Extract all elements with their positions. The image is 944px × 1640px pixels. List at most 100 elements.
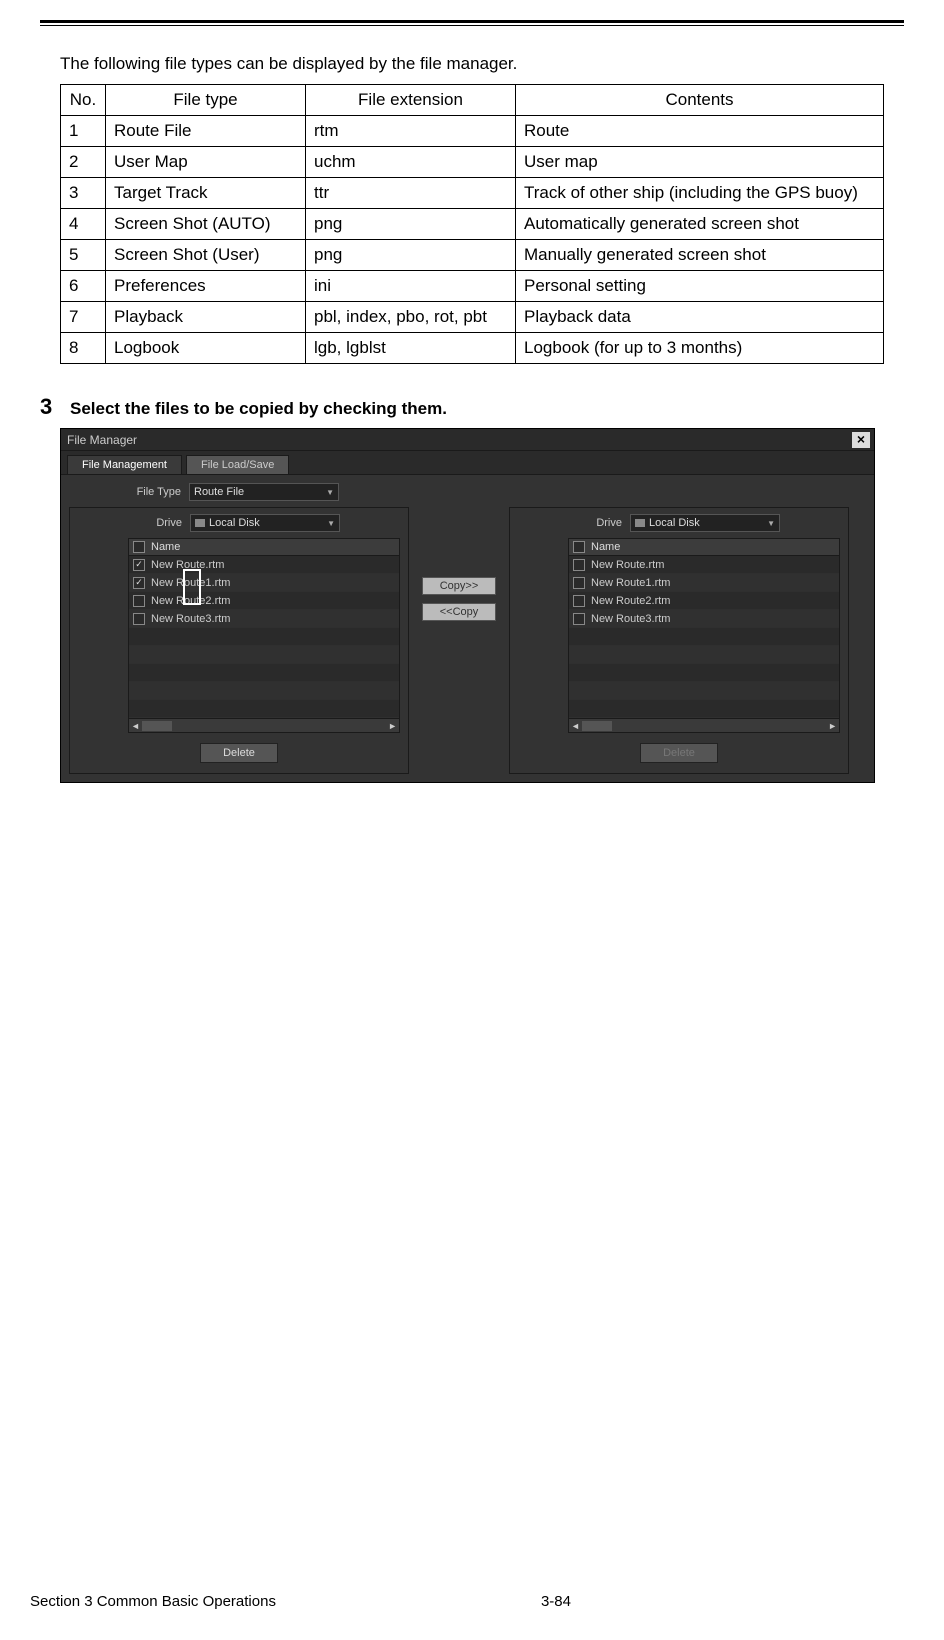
scroll-right-icon[interactable]: ►	[828, 721, 837, 731]
list-empty-row	[569, 646, 839, 664]
scroll-thumb[interactable]	[582, 721, 612, 731]
cell-ext: lgb, lgblst	[306, 333, 516, 364]
scroll-right-icon[interactable]: ►	[388, 721, 397, 731]
file-types-table: No. File type File extension Contents 1R…	[60, 84, 884, 364]
close-icon[interactable]: ×	[852, 432, 870, 448]
right-panel: Drive Local Disk ▼ Name New Route.rtm New…	[509, 507, 849, 774]
cell-ext: png	[306, 240, 516, 271]
list-item[interactable]: New Route3.rtm	[569, 610, 839, 628]
list-item[interactable]: New Route2.rtm	[129, 592, 399, 610]
drive-label-right: Drive	[518, 517, 630, 529]
file-name: New Route1.rtm	[591, 577, 670, 589]
scroll-thumb[interactable]	[142, 721, 172, 731]
table-row: 3Target TrackttrTrack of other ship (inc…	[61, 178, 884, 209]
file-checkbox[interactable]	[573, 613, 585, 625]
list-item[interactable]: New Route.rtm	[129, 556, 399, 574]
list-empty-row	[129, 682, 399, 700]
filetype-value: Route File	[194, 486, 244, 498]
file-checkbox[interactable]	[573, 595, 585, 607]
file-name: New Route1.rtm	[151, 577, 230, 589]
list-item[interactable]: New Route3.rtm	[129, 610, 399, 628]
th-filetype: File type	[106, 85, 306, 116]
step-text: Select the files to be copied by checkin…	[70, 399, 447, 419]
drive-select-left[interactable]: Local Disk ▼	[190, 514, 340, 532]
cell-contents: Route	[516, 116, 884, 147]
chevron-down-icon: ▼	[326, 488, 334, 497]
delete-button-left[interactable]: Delete	[200, 743, 278, 763]
select-all-checkbox-right[interactable]	[573, 541, 585, 553]
list-empty-row	[569, 628, 839, 646]
file-checkbox[interactable]	[133, 595, 145, 607]
cell-no: 1	[61, 116, 106, 147]
delete-button-right[interactable]: Delete	[640, 743, 718, 763]
file-name: New Route.rtm	[151, 559, 224, 571]
list-item[interactable]: New Route1.rtm	[569, 574, 839, 592]
cell-filetype: User Map	[106, 147, 306, 178]
scrollbar-left[interactable]: ◄ ►	[129, 718, 399, 732]
disk-icon	[195, 519, 205, 527]
cell-contents: Personal setting	[516, 271, 884, 302]
list-empty-row	[569, 682, 839, 700]
th-ext: File extension	[306, 85, 516, 116]
left-panel: Drive Local Disk ▼ Name New Route.rtmNew…	[69, 507, 409, 774]
file-checkbox[interactable]	[573, 577, 585, 589]
th-no: No.	[61, 85, 106, 116]
table-row: 6PreferencesiniPersonal setting	[61, 271, 884, 302]
scroll-left-icon[interactable]: ◄	[571, 721, 580, 731]
tab-file-management[interactable]: File Management	[67, 455, 182, 474]
cell-filetype: Preferences	[106, 271, 306, 302]
tab-file-load-save[interactable]: File Load/Save	[186, 455, 289, 474]
file-name: New Route.rtm	[591, 559, 664, 571]
scroll-left-icon[interactable]: ◄	[131, 721, 140, 731]
footer-page: 3-84	[541, 1593, 571, 1610]
disk-icon	[635, 519, 645, 527]
list-item[interactable]: New Route1.rtm	[129, 574, 399, 592]
drive-value-right: Local Disk	[635, 517, 700, 529]
intro-text: The following file types can be displaye…	[60, 54, 884, 74]
list-item[interactable]: New Route.rtm	[569, 556, 839, 574]
file-checkbox[interactable]	[133, 613, 145, 625]
file-name: New Route3.rtm	[591, 613, 670, 625]
scrollbar-right[interactable]: ◄ ►	[569, 718, 839, 732]
cell-ext: pbl, index, pbo, rot, pbt	[306, 302, 516, 333]
drive-label-left: Drive	[78, 517, 190, 529]
select-all-checkbox-left[interactable]	[133, 541, 145, 553]
cell-contents: Logbook (for up to 3 months)	[516, 333, 884, 364]
filetype-label: File Type	[69, 486, 189, 498]
cell-no: 7	[61, 302, 106, 333]
chevron-down-icon: ▼	[767, 519, 775, 528]
footer-section: Section 3 Common Basic Operations	[30, 1593, 276, 1610]
table-row: 2User MapuchmUser map	[61, 147, 884, 178]
cell-filetype: Screen Shot (AUTO)	[106, 209, 306, 240]
copy-right-button[interactable]: Copy>>	[422, 577, 496, 595]
name-header-right: Name	[591, 541, 620, 553]
table-row: 1Route FilertmRoute	[61, 116, 884, 147]
cell-ext: rtm	[306, 116, 516, 147]
table-row: 4Screen Shot (AUTO)pngAutomatically gene…	[61, 209, 884, 240]
drive-select-right[interactable]: Local Disk ▼	[630, 514, 780, 532]
file-checkbox[interactable]	[573, 559, 585, 571]
filetype-select[interactable]: Route File ▼	[189, 483, 339, 501]
cell-filetype: Logbook	[106, 333, 306, 364]
drive-value-left: Local Disk	[195, 517, 260, 529]
list-empty-row	[129, 700, 399, 718]
cell-contents: Automatically generated screen shot	[516, 209, 884, 240]
file-name: New Route3.rtm	[151, 613, 230, 625]
cell-filetype: Target Track	[106, 178, 306, 209]
file-name: New Route2.rtm	[591, 595, 670, 607]
cell-filetype: Route File	[106, 116, 306, 147]
copy-left-button[interactable]: <<Copy	[422, 603, 496, 621]
list-empty-row	[569, 664, 839, 682]
file-checkbox[interactable]	[133, 559, 145, 571]
cell-ext: uchm	[306, 147, 516, 178]
cell-contents: Playback data	[516, 302, 884, 333]
cell-no: 2	[61, 147, 106, 178]
file-manager-window: File Manager × File Management File Load…	[60, 428, 875, 783]
file-list-right: Name New Route.rtm New Route1.rtm New Rout…	[568, 538, 840, 733]
file-name: New Route2.rtm	[151, 595, 230, 607]
list-item[interactable]: New Route2.rtm	[569, 592, 839, 610]
window-title: File Manager	[67, 433, 137, 447]
list-empty-row	[129, 646, 399, 664]
file-checkbox[interactable]	[133, 577, 145, 589]
cell-ext: ini	[306, 271, 516, 302]
